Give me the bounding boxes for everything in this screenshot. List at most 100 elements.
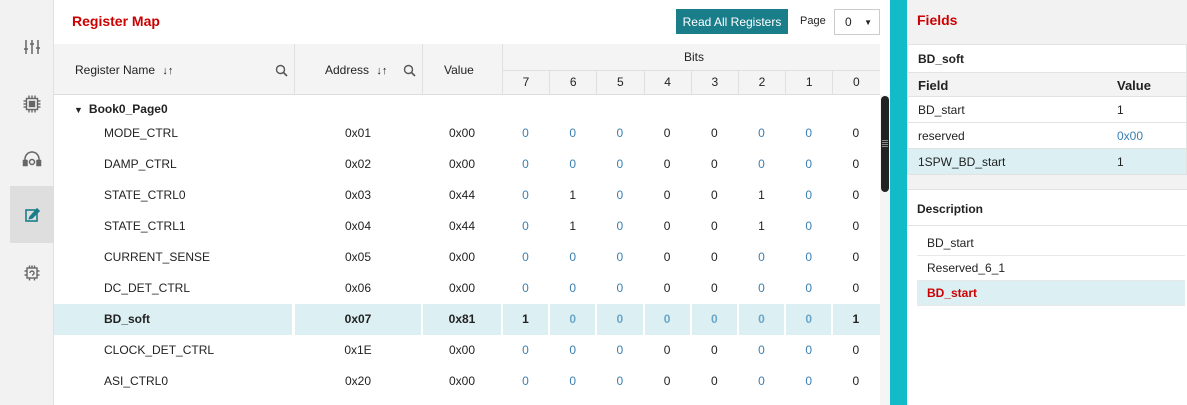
bit-toggle[interactable]: 0 [832,335,879,366]
bit-toggle[interactable]: 1 [738,211,785,242]
field-row[interactable]: BD_start 1 [908,97,1186,123]
search-icon[interactable] [275,64,288,77]
bit-toggle[interactable]: 0 [549,149,596,180]
bit-toggle[interactable]: 0 [832,118,879,149]
bit-toggle[interactable]: 1 [738,180,785,211]
register-row[interactable]: DC_DET_CTRL 0x06 0x00 0 0 0 0 0 0 0 0 [54,273,880,304]
bit-toggle[interactable]: 0 [644,242,691,273]
bit-toggle[interactable]: 0 [832,149,879,180]
register-value[interactable]: 0x00 [422,242,502,273]
sort-icon[interactable]: ↓↑ [162,65,173,77]
bit-toggle[interactable]: 0 [785,242,832,273]
bit-toggle[interactable]: 0 [596,180,643,211]
bit-toggle[interactable]: 0 [832,242,879,273]
bit-toggle[interactable]: 0 [691,242,738,273]
description-item[interactable]: BD_start [917,231,1185,256]
bit-toggle[interactable]: 0 [549,366,596,397]
read-all-registers-button[interactable]: Read All Registers [676,9,788,34]
bit-toggle[interactable]: 0 [549,273,596,304]
bit-toggle[interactable]: 1 [549,211,596,242]
rail-device[interactable] [10,75,54,132]
page-select[interactable]: 0 ▼ [834,9,880,35]
caret-down-icon[interactable]: ▼ [74,105,83,115]
register-row[interactable]: MODE_CTRL 0x01 0x00 0 0 0 0 0 0 0 0 [54,118,880,149]
register-value[interactable]: 0x44 [422,211,502,242]
bit-toggle[interactable]: 0 [785,304,832,335]
register-value[interactable]: 0x44 [422,180,502,211]
column-register-name[interactable]: Register Name ↓↑ [75,63,173,77]
bit-toggle[interactable]: 0 [596,242,643,273]
bit-toggle[interactable]: 0 [596,366,643,397]
bit-toggle[interactable]: 0 [738,273,785,304]
panel-divider[interactable] [890,0,907,405]
bit-toggle[interactable]: 0 [502,366,549,397]
register-value[interactable]: 0x00 [422,335,502,366]
bit-toggle[interactable]: 0 [832,180,879,211]
bit-toggle[interactable]: 0 [738,118,785,149]
bit-toggle[interactable]: 0 [502,335,549,366]
bit-toggle[interactable]: 0 [502,180,549,211]
bit-toggle[interactable]: 0 [691,118,738,149]
register-group-book0-page0[interactable]: ▼ Book0_Page0 [74,102,168,116]
bit-toggle[interactable]: 0 [549,304,596,335]
rail-audio[interactable] [10,130,54,187]
bit-toggle[interactable]: 0 [596,273,643,304]
bit-toggle[interactable]: 0 [738,304,785,335]
register-row-selected[interactable]: BD_soft 0x07 0x81 1 0 0 0 0 0 0 1 [54,304,880,335]
scrollbar-thumb[interactable] [881,96,889,192]
bit-toggle[interactable]: 0 [502,118,549,149]
bit-toggle[interactable]: 0 [549,242,596,273]
bit-toggle[interactable]: 0 [644,366,691,397]
register-row[interactable]: STATE_CTRL1 0x04 0x44 0 1 0 0 0 1 0 0 [54,211,880,242]
register-row[interactable]: ASI_CTRL0 0x20 0x00 0 0 0 0 0 0 0 0 [54,366,880,397]
column-address[interactable]: Address ↓↑ [325,63,387,77]
field-value[interactable]: 0x00 [1117,129,1143,143]
bit-toggle[interactable]: 0 [832,211,879,242]
bit-toggle[interactable]: 0 [785,335,832,366]
register-value[interactable]: 0x81 [422,304,502,335]
register-row[interactable]: DAMP_CTRL 0x02 0x00 0 0 0 0 0 0 0 0 [54,149,880,180]
register-value[interactable]: 0x00 [422,118,502,149]
bit-toggle[interactable]: 0 [549,335,596,366]
field-row[interactable]: reserved 0x00 [908,123,1186,149]
bit-toggle[interactable]: 0 [738,366,785,397]
rail-tuning[interactable] [10,18,54,75]
bit-toggle[interactable]: 0 [644,304,691,335]
bit-toggle[interactable]: 0 [785,211,832,242]
bit-toggle[interactable]: 0 [691,211,738,242]
bit-toggle[interactable]: 0 [785,149,832,180]
bit-toggle[interactable]: 0 [832,366,879,397]
bit-toggle[interactable]: 0 [691,304,738,335]
bit-toggle[interactable]: 0 [691,366,738,397]
bit-toggle[interactable]: 0 [644,149,691,180]
register-value[interactable]: 0x00 [422,273,502,304]
bit-toggle[interactable]: 0 [691,180,738,211]
bit-toggle[interactable]: 0 [502,149,549,180]
register-row[interactable]: STATE_CTRL0 0x03 0x44 0 1 0 0 0 1 0 0 [54,180,880,211]
bit-toggle[interactable]: 0 [596,304,643,335]
bit-toggle[interactable]: 0 [644,211,691,242]
bit-toggle[interactable]: 0 [832,273,879,304]
bit-toggle[interactable]: 0 [644,273,691,304]
bit-toggle[interactable]: 0 [785,366,832,397]
bit-toggle[interactable]: 0 [738,242,785,273]
bit-toggle[interactable]: 0 [691,149,738,180]
register-value[interactable]: 0x00 [422,149,502,180]
bit-toggle[interactable]: 0 [785,273,832,304]
rail-register-map[interactable] [10,186,54,243]
bit-toggle[interactable]: 0 [785,180,832,211]
bit-toggle[interactable]: 0 [644,180,691,211]
sort-icon[interactable]: ↓↑ [376,65,387,77]
field-value[interactable]: 1 [1117,103,1124,117]
field-row-selected[interactable]: 1SPW_BD_start 1 [908,149,1186,175]
bit-toggle[interactable]: 0 [502,242,549,273]
bit-toggle[interactable]: 0 [596,211,643,242]
register-table-scrollbar[interactable] [880,95,890,405]
bit-toggle[interactable]: 0 [596,118,643,149]
register-row[interactable]: CLOCK_DET_CTRL 0x1E 0x00 0 0 0 0 0 0 0 0 [54,335,880,366]
bit-toggle[interactable]: 1 [832,304,879,335]
bit-toggle[interactable]: 0 [596,335,643,366]
field-value[interactable]: 1 [1117,155,1124,169]
bit-toggle[interactable]: 0 [502,211,549,242]
bit-toggle[interactable]: 0 [691,273,738,304]
